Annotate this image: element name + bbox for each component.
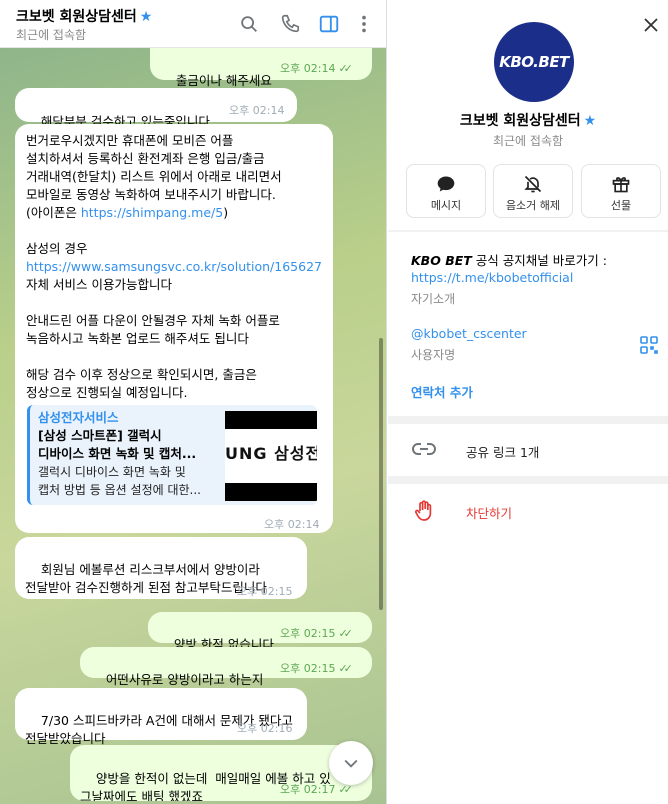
add-contact-button[interactable]: 연락처 추가 (411, 382, 473, 401)
preview-thumbnail: UNG 삼성전 (225, 411, 317, 501)
scroll-down-button[interactable] (329, 741, 373, 785)
block-row: 차단하기 (388, 484, 668, 804)
close-button[interactable] (640, 14, 662, 36)
bio-caption: 자기소개 (411, 292, 456, 306)
avatar-logo-text: KBO.BET (499, 53, 569, 71)
sidebar-toggle-icon[interactable] (317, 12, 341, 36)
message-text: 출금이나 해주세요 (175, 73, 272, 88)
profile-name-text: 크보벳 회원상담센터 (459, 113, 581, 129)
bio-text: KBO BET 공식 공지채널 바로가기 : (411, 250, 651, 269)
username-caption: 사용자명 (411, 348, 456, 362)
hand-stop-icon[interactable] (414, 500, 434, 526)
username[interactable]: @kbobet_cscenter (411, 326, 527, 341)
message-meta: 오후 02:17 ✓✓ (280, 781, 353, 799)
thumb-bar-top (225, 411, 317, 429)
chat-panel: 크보벳 회원상담센터 ★ 최근에 접속함 출금이나 해주세요 오후 02:14 ✓✓… (0, 0, 387, 804)
qr-code-icon[interactable] (640, 336, 658, 358)
profile-name: 크보벳 회원상담센터 ★ (388, 110, 668, 130)
preview-title: [삼성 스마트폰] 갤럭시 디바이스 화면 녹화 및 캡처... (38, 428, 197, 461)
message-text-part: 자체 서비스 이용가능합니다 안내드린 어플 다운이 안될경우 자체 녹화 어플… (26, 277, 280, 400)
shared-links-label: 공유 링크 1개 (466, 445, 540, 460)
verified-star-icon: ★ (583, 113, 597, 129)
chevron-down-icon (344, 759, 358, 768)
chat-bubble-icon (407, 174, 485, 194)
more-options-icon[interactable] (352, 12, 376, 36)
read-checks-icon: ✓✓ (338, 62, 353, 75)
gift-button-label: 선물 (610, 199, 632, 212)
block-button[interactable]: 차단하기 (466, 503, 512, 522)
profile-status: 최근에 접속함 (492, 134, 564, 148)
profile-header: KBO.BET 크보벳 회원상담센터 ★ 최근에 접속함 메시지 음소거 해제 선… (388, 0, 668, 230)
profile-info-section: KBO BET 공식 공지채널 바로가기 : https://t.me/kbob… (388, 232, 668, 416)
unmute-button[interactable]: 음소거 해제 (493, 164, 573, 218)
link-preview-card[interactable]: 삼성전자서비스 [삼성 스마트폰] 갤럭시 디바이스 화면 녹화 및 캡처...… (27, 405, 317, 505)
samsungsvc-link[interactable]: https://www.samsungsvc.co.kr/solution/16… (26, 259, 322, 274)
preview-site-name: 삼성전자서비스 (38, 410, 119, 425)
search-icon[interactable] (237, 12, 261, 36)
unmute-button-label: 음소거 해제 (505, 199, 561, 212)
message-bubble-outgoing[interactable]: 양방을 한적이 없는데 매일매일 에볼 하고 있 그날짜에도 배팅 했겠죠 오후… (70, 745, 372, 801)
avatar[interactable]: KBO.BET (494, 22, 574, 102)
message-time: 오후 02:14 (229, 104, 285, 117)
message-time: 오후 02:14 (280, 62, 336, 75)
phone-call-icon[interactable] (278, 12, 302, 36)
message-meta: 오후 02:14 ✓✓ (280, 60, 353, 78)
message-time: 오후 02:14 (264, 518, 320, 531)
chat-title-text: 크보벳 회원상담센터 (16, 9, 137, 25)
shimpang-link[interactable]: https://shimpang.me/5 (81, 205, 223, 220)
message-bubble-incoming[interactable]: 해당부분 검수하고 있는중입니다. 오후 02:14 (15, 88, 297, 129)
message-text: 어떤사유로 양방이라고 하는지 (105, 672, 264, 687)
message-button[interactable]: 메시지 (406, 164, 486, 218)
message-meta: 오후 02:15 ✓✓ (280, 625, 353, 643)
thumb-text: UNG 삼성전 (225, 444, 317, 463)
message-bubble-incoming[interactable]: 번거로우시겠지만 휴대폰에 모비즌 어플 설치하셔서 등록하신 환전계좌 은행 … (15, 124, 333, 533)
message-button-label: 메시지 (430, 199, 462, 212)
read-checks-icon: ✓✓ (338, 662, 353, 675)
close-icon (644, 18, 658, 32)
bio-brand: KBO BET (411, 253, 472, 268)
read-checks-icon: ✓✓ (338, 783, 353, 796)
verified-star-icon: ★ (139, 9, 153, 25)
message-bubble-incoming[interactable]: 회원님 에볼루션 리스크부서에서 양방이라 전달받아 검수진행하게 된점 참고부… (15, 537, 307, 599)
message-time: 오후 02:17 (280, 783, 336, 796)
message-time: 오후 02:16 (237, 722, 293, 735)
message-bubble-outgoing[interactable]: 양방 한적 없습니다 오후 02:15 ✓✓ (148, 612, 372, 652)
chat-scrollbar[interactable] (379, 338, 383, 610)
chat-header[interactable]: 크보벳 회원상담센터 ★ 최근에 접속함 (0, 0, 386, 48)
gift-icon (582, 174, 660, 194)
chat-status: 최근에 접속함 (16, 28, 87, 42)
message-time: 오후 02:15 (280, 662, 336, 675)
message-bubble-outgoing[interactable]: 어떤사유로 양방이라고 하는지 오후 02:15 ✓✓ (80, 647, 372, 687)
profile-panel: KBO.BET 크보벳 회원상담센터 ★ 최근에 접속함 메시지 음소거 해제 선… (388, 0, 668, 804)
message-meta: 오후 02:15 ✓✓ (280, 660, 353, 678)
bell-off-icon (494, 174, 572, 194)
message-time: 오후 02:15 (280, 627, 336, 640)
link-icon (412, 439, 436, 463)
chat-title[interactable]: 크보벳 회원상담센터 ★ (16, 6, 152, 26)
bio-link[interactable]: https://t.me/kbobetofficial (411, 270, 573, 285)
read-checks-icon: ✓✓ (338, 627, 353, 640)
message-bubble-incoming[interactable]: 7/30 스피드바카라 A건에 대해서 문제가 됐다고 전달받았습니다 오후 0… (15, 688, 307, 746)
message-text: 번거로우시겠지만 휴대폰에 모비즌 어플 설치하셔서 등록하신 환전계좌 은행 … (26, 132, 326, 402)
message-text: 회원님 에볼루션 리스크부서에서 양방이라 전달받아 검수진행하게 된점 참고부… (25, 562, 267, 595)
thumb-bar-bottom (225, 483, 317, 501)
message-bubble-outgoing[interactable]: 출금이나 해주세요 오후 02:14 ✓✓ (150, 48, 372, 88)
preview-description: 갤럭시 디바이스 화면 녹화 및 캡처 방법 등 옵션 설정에 대한... (38, 465, 201, 497)
message-time: 오후 02:15 (237, 585, 293, 598)
gift-button[interactable]: 선물 (581, 164, 661, 218)
bio-text-rest: 공식 공지채널 바로가기 : (471, 253, 607, 268)
shared-links-row[interactable]: 공유 링크 1개 (388, 424, 668, 476)
